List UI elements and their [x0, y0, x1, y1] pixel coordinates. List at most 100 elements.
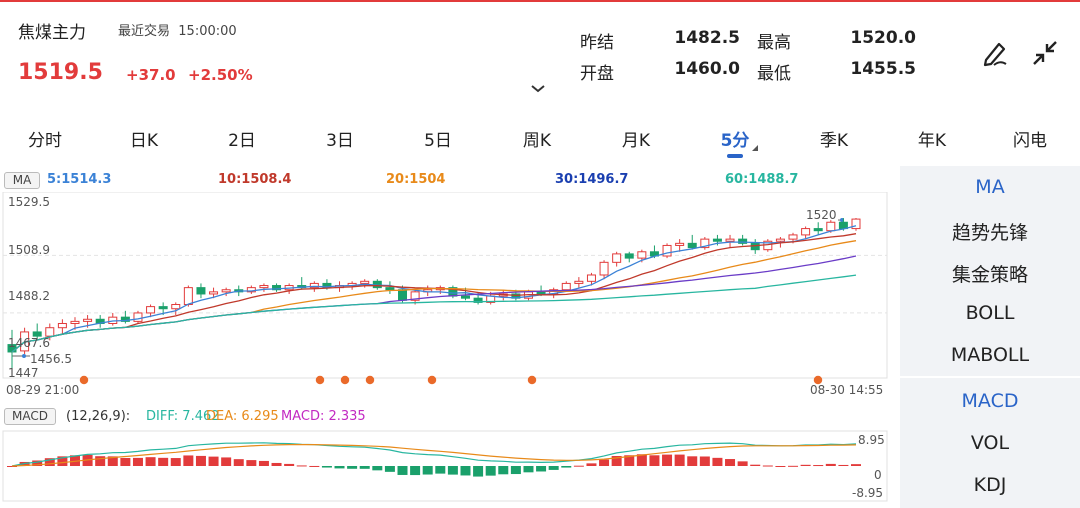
expand-chevron-icon[interactable]	[530, 84, 546, 94]
macd-bar-pos	[233, 459, 244, 466]
tab-weekly-k[interactable]: 周K	[497, 126, 577, 151]
tab-quarterly-k[interactable]: 季K	[794, 126, 874, 151]
macd-bar-pos	[788, 465, 799, 467]
status-label: 最近交易	[118, 24, 171, 39]
macd-chip[interactable]: MACD	[4, 408, 56, 425]
macd-bar-neg	[410, 466, 421, 476]
candle-up	[788, 234, 798, 240]
macd-bar-pos	[158, 457, 169, 466]
period-tabs: 分时 日K 2日 3日 5日 周K 月K 5分 季K 年K 闪电	[0, 120, 1080, 160]
macd-bar-neg	[447, 466, 458, 475]
tab-yearly-k[interactable]: 年K	[892, 126, 972, 151]
macd-params: (12,26,9):	[66, 409, 131, 424]
macd-bar-pos	[649, 455, 660, 466]
macd-bar-pos	[825, 463, 836, 466]
macd-bar-pos	[851, 464, 861, 466]
candle-up	[662, 244, 672, 257]
contract-name: 焦煤主力	[18, 23, 86, 43]
macd-bar-neg	[498, 466, 509, 475]
candle-up	[675, 242, 685, 246]
prev-settle-value: 1482.5	[674, 28, 740, 48]
signal-marker-4	[427, 375, 437, 385]
indicator-maboll[interactable]: MABOLL	[900, 344, 1080, 366]
low-label: 最低	[757, 64, 791, 84]
candle-up	[574, 280, 584, 284]
tab-3day[interactable]: 3日	[300, 126, 380, 151]
macd-bar-pos	[120, 457, 131, 466]
macd-bar-pos	[271, 462, 282, 466]
candle-up	[209, 291, 219, 295]
macd-bar-neg	[473, 466, 484, 477]
candle-up	[57, 322, 67, 329]
active-tab-indicator	[727, 154, 743, 158]
tab-intraday[interactable]: 分时	[5, 126, 85, 151]
price-axis-mid1: 1508.9	[8, 243, 50, 257]
macd-bar-neg	[384, 466, 395, 472]
macd-macd: MACD: 2.335	[281, 409, 366, 424]
macd-bar-neg	[422, 466, 433, 475]
indicator-macd[interactable]: MACD	[900, 390, 1080, 412]
macd-bar-pos	[95, 456, 106, 466]
ma5-value: 5:1514.3	[47, 172, 112, 187]
tab-daily-k[interactable]: 日K	[104, 126, 184, 151]
top-accent-line	[0, 0, 1080, 2]
candle-up	[45, 327, 55, 337]
macd-chart[interactable]	[0, 428, 895, 503]
macd-bar-neg	[359, 466, 370, 469]
candle-up	[259, 285, 269, 289]
candle-up	[775, 238, 785, 242]
tab-flash[interactable]: 闪电	[990, 126, 1070, 151]
ma10-line	[11, 233, 857, 353]
collapse-arrows-icon[interactable]	[1030, 38, 1060, 68]
indicator-ma[interactable]: MA	[900, 176, 1080, 198]
macd-bar-pos	[800, 464, 811, 466]
candles-layer	[7, 218, 861, 372]
macd-bar-pos	[687, 456, 698, 466]
ma30-value: 30:1496.7	[555, 172, 629, 187]
tab-2day[interactable]: 2日	[202, 126, 282, 151]
candle-up	[83, 318, 93, 322]
chart-frame	[2, 192, 888, 379]
candle-down	[398, 289, 408, 301]
max-price-label: 1520	[806, 208, 837, 222]
candle-up	[183, 287, 193, 306]
candle-down	[624, 253, 634, 259]
trade-status: 最近交易 15:00:00	[118, 20, 237, 39]
candle-up	[637, 251, 647, 259]
macd-bar-pos	[750, 464, 761, 466]
candle-down	[196, 287, 206, 295]
candle-down	[158, 306, 168, 310]
macd-bar-pos	[573, 465, 584, 467]
macd-bar-neg	[334, 466, 345, 469]
tab-5day[interactable]: 5日	[398, 126, 478, 151]
macd-bar-pos	[813, 465, 824, 467]
macd-bar-pos	[284, 463, 295, 466]
candle-up	[70, 320, 80, 324]
ma60-value: 60:1488.7	[725, 172, 799, 187]
macd-bar-pos	[246, 460, 257, 466]
indicator-gold-strategy[interactable]: 集金策略	[900, 260, 1080, 287]
price-change: +37.0	[126, 66, 176, 84]
ma30-line	[11, 255, 857, 353]
macd-bar-neg	[460, 466, 471, 476]
ma20-line	[11, 240, 857, 353]
macd-bar-neg	[510, 466, 521, 475]
tab-5min[interactable]: 5分	[695, 126, 775, 151]
open-value: 1460.0	[674, 59, 740, 79]
indicator-trend-pioneer[interactable]: 趋势先锋	[900, 218, 1080, 245]
macd-bar-neg	[485, 466, 496, 476]
tab-monthly-k[interactable]: 月K	[596, 126, 676, 151]
candle-up	[146, 306, 156, 314]
candle-up	[599, 261, 609, 276]
pen-draw-icon[interactable]	[980, 38, 1010, 68]
tab-dropdown-corner-icon[interactable]	[752, 145, 758, 151]
indicator-vol[interactable]: VOL	[900, 432, 1080, 454]
ma-chip[interactable]: MA	[4, 172, 40, 189]
macd-bar-pos	[775, 465, 786, 467]
indicator-boll[interactable]: BOLL	[900, 302, 1080, 324]
indicator-kdj[interactable]: KDJ	[900, 474, 1080, 496]
kline-chart[interactable]	[0, 192, 895, 392]
macd-bar-pos	[674, 454, 685, 466]
ma20-value: 20:1504	[386, 172, 446, 187]
signal-marker-3	[365, 375, 375, 385]
